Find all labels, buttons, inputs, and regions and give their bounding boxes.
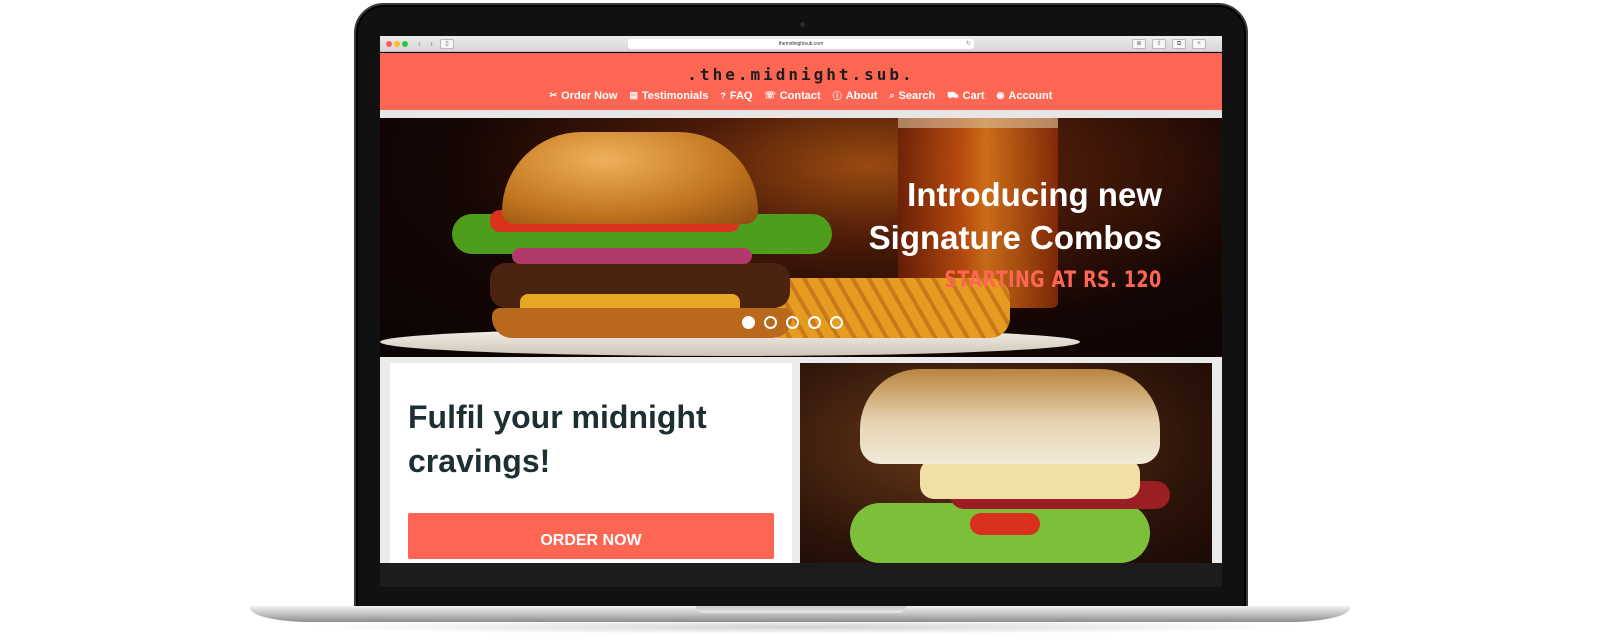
onion-image <box>512 248 752 264</box>
website: .the.midnight.sub. ✂ Order Now ▤ Testimonia… <box>380 53 1222 563</box>
utensils-icon: ✂ <box>549 90 558 100</box>
carousel-dot-2[interactable] <box>764 316 777 329</box>
carousel-dot-4[interactable] <box>808 316 821 329</box>
search-icon: ⌕ <box>889 90 895 100</box>
url-text: themidnightsub.com <box>778 41 824 47</box>
beer-foam-image <box>898 118 1058 128</box>
nav-account[interactable]: ◉ Account <box>997 89 1053 102</box>
nav-contact[interactable]: ☏ Contact <box>764 89 820 102</box>
zoom-window-button[interactable] <box>402 41 408 47</box>
hero-title: Introducing new Signature Combos <box>868 176 1162 256</box>
minimize-window-button[interactable] <box>394 41 400 47</box>
site-logo[interactable]: .the.midnight.sub. <box>380 65 1222 84</box>
carousel-indicators <box>742 316 843 329</box>
laptop-opening-notch <box>696 606 906 613</box>
nav-label: About <box>845 89 878 102</box>
carousel-dot-1[interactable] <box>742 316 755 329</box>
laptop-mockup: ‹ › ▯ themidnightsub.com ↻ ⊕ ⇪ ⧉ + .the.… <box>0 0 1600 640</box>
sandwich-photo <box>800 363 1212 563</box>
close-window-button[interactable] <box>386 41 392 47</box>
nav-testimonials[interactable]: ▤ Testimonials <box>629 89 708 102</box>
nav-cart[interactable]: ⛟ Cart <box>947 89 984 102</box>
nav-faq[interactable]: ? FAQ <box>720 89 752 102</box>
nav-label: Cart <box>962 89 985 102</box>
hero-price-tagline: STARTING AT RS. 120 <box>944 268 1162 293</box>
laptop-shadow <box>300 620 1300 634</box>
carousel-dot-5[interactable] <box>830 316 843 329</box>
promo-card: Fulfil your midnight cravings! ORDER NOW <box>390 363 792 563</box>
order-now-button[interactable]: ORDER NOW <box>408 513 774 559</box>
sandwich-tomato <box>970 513 1040 535</box>
top-bun-image <box>502 132 758 224</box>
hero-carousel: Introducing new Signature Combos STARTIN… <box>380 118 1222 357</box>
browser-toolbar: ‹ › ▯ themidnightsub.com ↻ ⊕ ⇪ ⧉ + <box>380 36 1222 52</box>
forward-icon[interactable]: › <box>426 39 437 49</box>
nav-about[interactable]: ⓘ About <box>833 89 878 102</box>
tabs-icon[interactable]: ⧉ <box>1172 39 1186 49</box>
share-icon[interactable]: ⇪ <box>1152 39 1166 49</box>
nav-label: Order Now <box>561 89 618 102</box>
download-icon[interactable]: ⊕ <box>1132 39 1146 49</box>
header-divider <box>380 110 1222 118</box>
sidebar-icon[interactable]: ▯ <box>440 39 454 49</box>
question-icon: ? <box>720 90 726 101</box>
laptop-screen: ‹ › ▯ themidnightsub.com ↻ ⊕ ⇪ ⧉ + .the.… <box>380 36 1222 563</box>
nav-order-now[interactable]: ✂ Order Now <box>550 89 618 102</box>
sandwich-cheese <box>920 459 1140 499</box>
user-icon: ◉ <box>996 90 1005 100</box>
reload-icon[interactable]: ↻ <box>966 39 971 49</box>
address-bar[interactable]: themidnightsub.com ↻ <box>628 39 974 49</box>
carousel-dot-3[interactable] <box>786 316 799 329</box>
contact-card-icon: ☏ <box>764 90 776 100</box>
site-header: .the.midnight.sub. ✂ Order Now ▤ Testimonia… <box>380 53 1222 110</box>
promo-section: Fulfil your midnight cravings! ORDER NOW <box>380 357 1222 563</box>
new-tab-icon[interactable]: + <box>1192 39 1206 49</box>
main-nav: ✂ Order Now ▤ Testimonials? FAQ ☏ Contact ⓘ Abou… <box>380 89 1222 102</box>
promo-heading: Fulfil your midnight cravings! <box>408 399 707 479</box>
nav-label: Contact <box>779 89 821 102</box>
info-icon: ⓘ <box>832 91 842 101</box>
nav-label: Search <box>898 89 936 102</box>
nav-label: Account <box>1008 89 1053 102</box>
nav-label: Testimonials <box>641 89 709 102</box>
nav-search[interactable]: ⌕ Search <box>889 89 935 102</box>
sandwich-bread <box>860 369 1160 464</box>
cart-icon: ⛟ <box>947 89 959 100</box>
screen-bezel <box>380 563 1222 587</box>
back-icon[interactable]: ‹ <box>414 39 425 49</box>
camera <box>800 22 805 27</box>
document-icon: ▤ <box>629 90 638 100</box>
nav-label: FAQ <box>729 89 753 102</box>
